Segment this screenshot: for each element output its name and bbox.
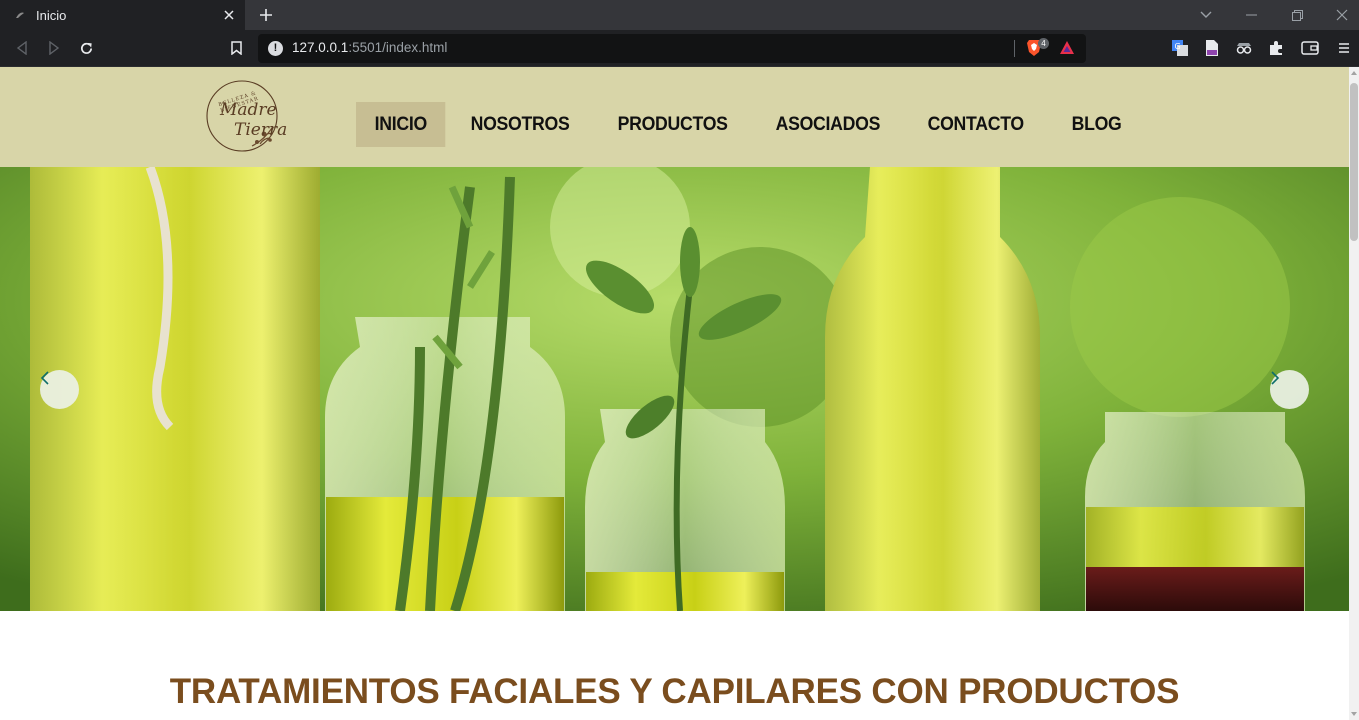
menu-hamburger-icon[interactable] (1334, 38, 1354, 58)
browser-tab[interactable]: Inicio (0, 0, 245, 30)
spy-extension-icon[interactable] (1234, 38, 1254, 58)
hero-carousel (0, 167, 1349, 611)
logo-word-madre: Madre (220, 100, 277, 120)
nav-item-contacto[interactable]: CONTACTO (909, 102, 1042, 147)
minimize-window-icon[interactable] (1231, 0, 1271, 30)
url-path: :5501/index.html (348, 40, 448, 55)
logo-word-tierra: Tierra (234, 120, 288, 140)
scrollbar-thumb[interactable] (1350, 83, 1358, 241)
nav-item-inicio[interactable]: INICIO (356, 102, 446, 147)
tab-title: Inicio (36, 7, 67, 23)
close-window-icon[interactable] (1322, 0, 1359, 30)
chevron-right-icon (1271, 371, 1280, 385)
chevron-left-icon (40, 371, 49, 385)
page-scrollbar[interactable] (1349, 67, 1359, 720)
wallet-icon[interactable] (1300, 38, 1320, 58)
nav-item-nosotros[interactable]: NOSOTROS (452, 102, 588, 147)
tab-close-icon[interactable] (219, 5, 239, 25)
page-favicon-icon (14, 9, 26, 21)
forward-arrow-icon[interactable] (43, 37, 65, 59)
svg-text:G: G (1175, 42, 1181, 51)
translate-extension-icon[interactable]: G (1170, 38, 1190, 58)
carousel-next-button[interactable] (1270, 370, 1309, 409)
scroll-up-arrow-icon[interactable] (1351, 71, 1357, 75)
bookmark-icon[interactable] (225, 37, 247, 59)
scroll-down-arrow-icon[interactable] (1351, 712, 1357, 716)
reload-icon[interactable] (75, 37, 97, 59)
nav-item-blog[interactable]: BLOG (1053, 102, 1140, 147)
section-title: TRATAMIENTOS FACIALES Y CAPILARES CON PR… (169, 672, 1180, 711)
shields-count-badge: 4 (1038, 38, 1049, 49)
url-host: 127.0.0.1 (292, 40, 349, 55)
pdf-extension-icon[interactable] (1202, 38, 1222, 58)
browser-toolbar: ! 127.0.0.1:5501/index.html 4 G (0, 30, 1359, 67)
address-divider (1014, 40, 1015, 57)
nav-item-asociados[interactable]: ASOCIADOS (757, 102, 899, 147)
url-text: 127.0.0.1:5501/index.html (292, 40, 447, 55)
madre-tierra-logo[interactable]: BELLEZA & BIENESTAR Madre Tierra (202, 78, 288, 158)
new-tab-button[interactable] (256, 4, 276, 26)
browser-tab-strip: Inicio (0, 0, 1359, 30)
site-info-icon[interactable]: ! (268, 41, 283, 56)
back-arrow-icon[interactable] (11, 37, 33, 59)
carousel-prev-button[interactable] (40, 370, 79, 409)
hero-oil-bottles-image (0, 167, 1349, 611)
page-viewport: BELLEZA & BIENESTAR Madre Tierra INICIO … (0, 67, 1349, 720)
site-header: BELLEZA & BIENESTAR Madre Tierra INICIO … (0, 67, 1349, 167)
restore-window-icon[interactable] (1277, 0, 1317, 30)
brave-rewards-icon[interactable] (1059, 40, 1075, 60)
main-navigation: INICIO NOSOTROS PRODUCTOS ASOCIADOS CONT… (356, 102, 1147, 147)
address-bar[interactable]: ! 127.0.0.1:5501/index.html 4 (258, 34, 1086, 63)
tab-search-chevron-icon[interactable] (1186, 0, 1226, 30)
extensions-puzzle-icon[interactable] (1266, 38, 1286, 58)
nav-item-productos[interactable]: PRODUCTOS (599, 102, 746, 147)
